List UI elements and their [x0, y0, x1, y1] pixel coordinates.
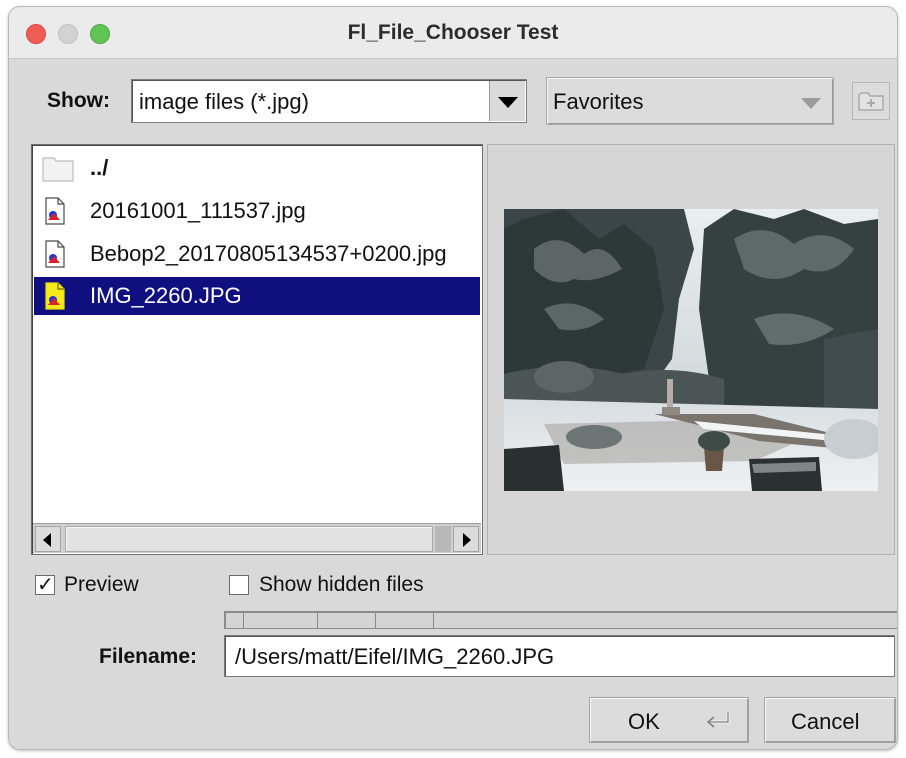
preview-checkbox-label: Preview: [64, 573, 139, 596]
chevron-down-icon: [498, 97, 518, 108]
path-segment-divider: [317, 612, 318, 628]
path-segment-divider: [243, 612, 244, 628]
filter-dropdown-button[interactable]: [489, 81, 525, 121]
scroll-left-button[interactable]: [35, 526, 61, 552]
list-item-name: 20161001_111537.jpg: [90, 198, 306, 223]
show-hidden-files-label: Show hidden files: [259, 573, 424, 596]
image-file-icon: [42, 239, 66, 274]
filename-label: Filename:: [99, 645, 198, 668]
checkmark-icon: ✓: [37, 574, 54, 596]
cancel-button[interactable]: Cancel: [764, 697, 896, 743]
path-segment-divider: [375, 612, 376, 628]
filter-value: image files (*.jpg): [139, 89, 309, 114]
image-file-icon: [42, 196, 66, 231]
show-label: Show:: [47, 89, 110, 112]
list-item-name: ../: [90, 155, 109, 180]
list-item[interactable]: 20161001_111537.jpg: [34, 192, 480, 230]
new-folder-icon: [858, 92, 884, 111]
arrow-left-icon: [43, 533, 51, 547]
favorites-label: Favorites: [553, 89, 644, 114]
ok-button[interactable]: OK: [589, 697, 749, 743]
folder-icon: [42, 153, 74, 188]
preview-pane: [487, 144, 895, 555]
list-item-name: Bebop2_20170805134537+0200.jpg: [90, 241, 447, 266]
horizontal-scrollbar[interactable]: [33, 523, 481, 553]
filter-dropdown[interactable]: image files (*.jpg): [131, 79, 527, 123]
list-item[interactable]: ../: [34, 149, 480, 187]
arrow-right-icon: [463, 533, 471, 547]
file-chooser-window: Fl_File_Chooser Test Show: image files (…: [8, 6, 898, 750]
preview-checkbox[interactable]: ✓: [35, 574, 55, 596]
scroll-right-button[interactable]: [453, 526, 479, 552]
ok-button-label: OK: [628, 709, 660, 734]
scrollbar-thumb[interactable]: [65, 526, 433, 552]
return-key-icon: [706, 712, 730, 728]
show-hidden-files-checkbox[interactable]: [229, 575, 249, 595]
list-item-selected[interactable]: IMG_2260.JPG: [34, 277, 480, 315]
file-browser-list[interactable]: ../ 20161001_111537.jpg Bebop2_201708051…: [31, 144, 483, 555]
chevron-down-icon: [801, 98, 821, 109]
list-item-name: IMG_2260.JPG: [90, 283, 242, 308]
filename-input[interactable]: /Users/matt/Eifel/IMG_2260.JPG: [224, 635, 895, 677]
window-title: Fl_File_Chooser Test: [347, 21, 559, 44]
new-folder-button[interactable]: [852, 82, 890, 120]
preview-image: [504, 209, 878, 491]
path-segment-bar[interactable]: [224, 611, 897, 629]
image-file-icon: [42, 281, 66, 316]
cancel-button-label: Cancel: [791, 709, 860, 734]
title-bar: Fl_File_Chooser Test: [9, 7, 897, 59]
scrollbar-track[interactable]: [435, 526, 451, 552]
list-item[interactable]: Bebop2_20170805134537+0200.jpg: [34, 235, 480, 273]
filename-value: /Users/matt/Eifel/IMG_2260.JPG: [235, 644, 555, 669]
favorites-menu-button[interactable]: Favorites: [546, 77, 834, 125]
path-segment-divider: [433, 612, 434, 628]
